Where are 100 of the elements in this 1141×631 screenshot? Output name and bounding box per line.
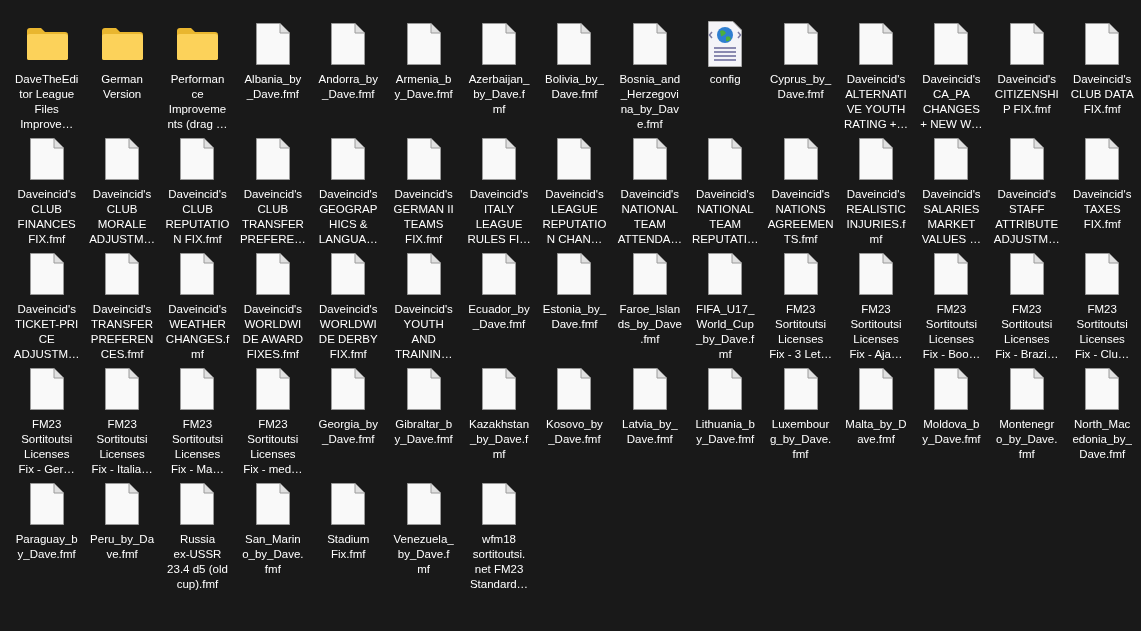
file-name[interactable]: FM23 Sortitoutsi Licenses Fix - Brazi… xyxy=(995,302,1059,362)
file-icon xyxy=(934,138,969,180)
file-name[interactable]: Daveincid's CLUB MORALE ADJUSTM… xyxy=(89,187,155,247)
file-icon xyxy=(482,138,517,180)
file-name[interactable]: Daveincid's CLUB FINANCES FIX.fmf xyxy=(17,187,76,247)
file-icon xyxy=(331,138,366,180)
file-name[interactable]: Andorra_by _Dave.fmf xyxy=(318,72,378,102)
file-name[interactable]: Daveincid's CA_PA CHANGES + NEW W… xyxy=(920,72,983,132)
file-name[interactable]: Daveincid's SALARIES MARKET VALUES … xyxy=(921,187,981,247)
file-name[interactable]: wfm18 sortitoutsi. net FM23 Standard… xyxy=(469,532,529,592)
file-name[interactable]: Luxembour g_by_Dave. fmf xyxy=(769,417,832,462)
file-icon xyxy=(859,138,893,180)
file-name[interactable]: Latvia_by_ Dave.fmf xyxy=(622,417,678,447)
file-icon xyxy=(331,253,366,295)
file-name[interactable]: Stadium Fix.fmf xyxy=(327,532,370,562)
file-name[interactable]: Bosnia_and _Herzegovi na_by_Dav e.fmf xyxy=(619,72,681,132)
file-icon xyxy=(482,23,517,65)
file-name[interactable]: Performan ce Improveme nts (drag … xyxy=(167,72,228,132)
file-name[interactable]: Daveincid's CLUB TRANSFER PREFERE… xyxy=(239,187,306,247)
file-icon xyxy=(1085,253,1120,295)
file-name[interactable]: FM23 Sortitoutsi Licenses Fix - Boo… xyxy=(922,302,981,362)
file-name[interactable]: German Version xyxy=(101,72,143,102)
file-name[interactable]: Daveincid's STAFF ATTRIBUTE ADJUSTM… xyxy=(993,187,1060,247)
file-name[interactable]: Daveincid's TICKET-PRI CE ADJUSTM… xyxy=(13,302,80,362)
file-name[interactable]: Bolivia_by_ Dave.fmf xyxy=(545,72,604,102)
file-icon xyxy=(1085,23,1120,65)
file-icon xyxy=(255,368,290,410)
file-name[interactable]: FIFA_U17_ World_Cup _by_Dave.f mf xyxy=(696,302,755,362)
file-name[interactable]: San_Marin o_by_Dave. fmf xyxy=(242,532,304,577)
file-name[interactable]: Paraguay_b y_Dave.fmf xyxy=(15,532,78,562)
file-name[interactable]: Daveincid's ALTERNATI VE YOUTH RATING +… xyxy=(844,72,908,132)
file-icon xyxy=(934,253,969,295)
file-name[interactable]: Daveincid's TRANSFER PREFEREN CES.fmf xyxy=(90,302,154,362)
file-icon xyxy=(934,23,969,65)
file-name[interactable]: FM23 Sortitoutsi Licenses Fix - Clu… xyxy=(1075,302,1130,362)
file-name[interactable]: FM23 Sortitoutsi Licenses Fix - 3 Let… xyxy=(769,302,832,362)
file-name[interactable]: Gibraltar_b y_Dave.fmf xyxy=(394,417,453,447)
file-name[interactable]: FM23 Sortitoutsi Licenses Fix - Aja… xyxy=(849,302,903,362)
file-icon xyxy=(105,368,140,410)
file-name[interactable]: Venezuela_ by_Dave.f mf xyxy=(393,532,454,577)
file-icon xyxy=(557,23,592,65)
file-name[interactable]: Daveincid's GEOGRAP HICS & LANGUA… xyxy=(318,187,378,247)
file-name[interactable]: Albania_by _Dave.fmf xyxy=(244,72,302,102)
file-name[interactable]: Azerbaijan_ by_Dave.f mf xyxy=(468,72,530,117)
file-name[interactable]: Daveincid's REALISTIC INJURIES.f mf xyxy=(846,187,906,247)
file-icon xyxy=(783,253,818,295)
file-name[interactable]: Daveincid's CLUB REPUTATIO N FIX.fmf xyxy=(165,187,230,247)
file-name[interactable]: Cyprus_by_ Dave.fmf xyxy=(769,72,832,102)
file-name[interactable]: Moldova_b y_Dave.fmf xyxy=(922,417,981,447)
file-name[interactable]: Kosovo_by _Dave.fmf xyxy=(545,417,603,447)
file-name[interactable]: config xyxy=(709,72,741,87)
file-icon xyxy=(406,483,441,525)
file-icon xyxy=(105,483,140,525)
file-name[interactable]: Georgia_by _Dave.fmf xyxy=(318,417,378,447)
file-name[interactable]: Kazakhstan _by_Dave.f mf xyxy=(469,417,530,462)
file-name[interactable]: Russia ex-USSR 23.4 d5 (old cup).fmf xyxy=(167,532,228,592)
file-name[interactable]: Daveincid's NATIONAL TEAM ATTENDA… xyxy=(617,187,682,247)
file-name[interactable]: Daveincid's CLUB DATA FIX.fmf xyxy=(1070,72,1134,117)
file-icon xyxy=(632,23,667,65)
file-icon xyxy=(1009,368,1044,410)
file-icon xyxy=(859,368,893,410)
file-icon xyxy=(255,253,290,295)
file-name[interactable]: Daveincid's WORLDWI DE DERBY FIX.fmf xyxy=(318,302,378,362)
file-icon xyxy=(180,368,215,410)
file-name[interactable]: Peru_by_Da ve.fmf xyxy=(90,532,155,562)
file-name[interactable]: Armenia_b y_Dave.fmf xyxy=(394,72,453,102)
file-name[interactable]: Daveincid's TAXES FIX.fmf xyxy=(1072,187,1132,232)
file-icon xyxy=(180,138,215,180)
file-name[interactable]: Daveincid's WORLDWI DE AWARD FIXES.fmf xyxy=(242,302,304,362)
file-name[interactable]: Malta_by_D ave.fmf xyxy=(845,417,907,447)
file-name[interactable]: Daveincid's ITALY LEAGUE RULES FI… xyxy=(467,187,531,247)
file-name[interactable]: Daveincid's WEATHER CHANGES.f mf xyxy=(165,302,230,362)
file-icon xyxy=(632,368,667,410)
file-name[interactable]: FM23 Sortitoutsi Licenses Fix - Ma… xyxy=(170,417,224,477)
file-name[interactable]: Montenegr o_by_Dave. fmf xyxy=(996,417,1058,462)
file-name[interactable]: Daveincid's NATIONS AGREEMEN TS.fmf xyxy=(767,187,834,247)
file-icon xyxy=(934,368,969,410)
file-name[interactable]: North_Mac edonia_by_ Dave.fmf xyxy=(1072,417,1132,462)
file-icon xyxy=(783,368,818,410)
file-name[interactable]: Lithuania_b y_Dave.fmf xyxy=(695,417,755,447)
file-name[interactable]: DaveTheEdi tor League Files Improve… xyxy=(15,72,79,132)
file-name[interactable]: Daveincid's NATIONAL TEAM REPUTATI… xyxy=(691,187,759,247)
file-name[interactable]: Daveincid's YOUTH AND TRAININ… xyxy=(394,302,453,362)
file-name[interactable]: Daveincid's LEAGUE REPUTATIO N CHAN… xyxy=(542,187,607,247)
folder-icon xyxy=(175,27,220,61)
file-icon xyxy=(180,253,215,295)
file-icon xyxy=(557,368,592,410)
file-name[interactable]: FM23 Sortitoutsi Licenses Fix - med… xyxy=(243,417,303,477)
file-icon xyxy=(105,138,140,180)
file-icon xyxy=(859,23,893,65)
file-name[interactable]: Daveincid's GERMAN II TEAMS FIX.fmf xyxy=(393,187,454,247)
file-name[interactable]: Faroe_Islan ds_by_Dave .fmf xyxy=(617,302,682,347)
file-name[interactable]: Estonia_by_ Dave.fmf xyxy=(542,302,607,332)
file-name[interactable]: Ecuador_by _Dave.fmf xyxy=(468,302,530,332)
file-name[interactable]: FM23 Sortitoutsi Licenses Fix - Italia… xyxy=(91,417,153,477)
file-name[interactable]: FM23 Sortitoutsi Licenses Fix - Ger… xyxy=(18,417,75,477)
file-icon xyxy=(406,138,441,180)
file-icon xyxy=(482,368,517,410)
file-name[interactable]: Daveincid's CITIZENSHI P FIX.fmf xyxy=(994,72,1059,117)
file-icon xyxy=(859,253,893,295)
